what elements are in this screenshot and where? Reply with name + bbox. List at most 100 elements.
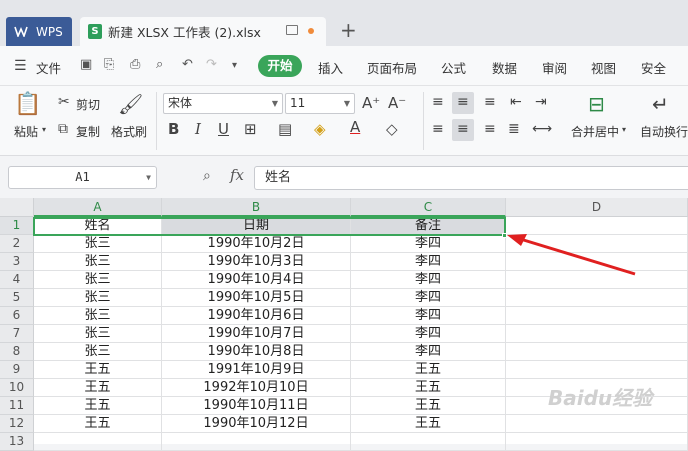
paste-button[interactable]: 粘贴	[14, 123, 38, 140]
table-cell[interactable]: 张三	[34, 325, 162, 343]
column-header-a[interactable]: A	[34, 198, 162, 217]
row-header[interactable]: 10	[0, 379, 34, 397]
row-header[interactable]: 9	[0, 361, 34, 379]
align-bottom-icon[interactable]: ≡	[484, 94, 496, 110]
menu-security[interactable]: 安全	[641, 58, 666, 77]
align-left-icon[interactable]: ≡	[432, 121, 444, 137]
font-size-select[interactable]: 11 ▼	[285, 93, 355, 114]
menu-page-layout[interactable]: 页面布局	[367, 58, 417, 77]
table-cell[interactable]: 李四	[351, 307, 506, 325]
table-cell[interactable]: 李四	[351, 325, 506, 343]
font-name-select[interactable]: 宋体 ▼	[163, 93, 283, 114]
menu-view[interactable]: 视图	[591, 58, 616, 77]
clear-icon[interactable]: ◇	[386, 120, 398, 138]
formula-input[interactable]: 姓名	[254, 166, 688, 190]
table-cell[interactable]: 李四	[351, 235, 506, 253]
table-cell[interactable]	[506, 433, 688, 451]
format-painter-button[interactable]: 格式刷	[111, 123, 147, 140]
row-header[interactable]: 1	[0, 217, 34, 235]
table-cell[interactable]	[162, 433, 351, 451]
format-painter-icon[interactable]: 🖌	[118, 92, 143, 116]
select-all-corner[interactable]	[0, 198, 34, 217]
table-cell[interactable]: 1991年10月9日	[162, 361, 351, 379]
column-header-b[interactable]: B	[162, 198, 351, 217]
row-header[interactable]: 5	[0, 289, 34, 307]
column-header-c[interactable]: C	[351, 198, 506, 217]
table-cell[interactable]: 王五	[34, 415, 162, 433]
row-header[interactable]: 8	[0, 343, 34, 361]
table-cell[interactable]: 1990年10月12日	[162, 415, 351, 433]
hamburger-icon[interactable]: ☰	[14, 58, 27, 74]
distribute-icon[interactable]: ⟷	[532, 121, 552, 137]
scissors-icon[interactable]: ✂	[58, 94, 70, 110]
table-cell[interactable]: 王五	[351, 415, 506, 433]
menu-insert[interactable]: 插入	[318, 58, 343, 77]
table-cell[interactable]: 王五	[351, 397, 506, 415]
border-icon[interactable]: ⊞	[244, 120, 257, 138]
row-header[interactable]: 3	[0, 253, 34, 271]
table-cell[interactable]: 李四	[351, 271, 506, 289]
table-cell[interactable]	[506, 343, 688, 361]
merge-center-button[interactable]: 合并居中	[571, 123, 619, 140]
paste-icon[interactable]: 📋	[14, 92, 41, 117]
auto-wrap-button[interactable]: 自动换行	[640, 123, 688, 140]
menu-formulas[interactable]: 公式	[441, 58, 466, 77]
decrease-font-icon[interactable]: A⁻	[388, 94, 406, 112]
merge-dropdown-icon[interactable]: ▾	[622, 125, 626, 134]
table-cell[interactable]: 张三	[34, 271, 162, 289]
paste-dropdown-icon[interactable]: ▾	[42, 125, 46, 134]
align-right-icon[interactable]: ≡	[484, 121, 496, 137]
table-cell[interactable]: 张三	[34, 343, 162, 361]
print-icon[interactable]: ⎙	[130, 57, 140, 72]
table-cell[interactable]: 1990年10月5日	[162, 289, 351, 307]
table-cell[interactable]: 1990年10月2日	[162, 235, 351, 253]
indent-decrease-icon[interactable]: ⇤	[510, 94, 522, 110]
row-header[interactable]: 11	[0, 397, 34, 415]
underline-icon[interactable]: U	[218, 120, 229, 138]
table-cell[interactable]: 1990年10月11日	[162, 397, 351, 415]
table-cell[interactable]: 日期	[162, 217, 351, 235]
italic-icon[interactable]: I	[195, 120, 201, 138]
align-top-icon[interactable]: ≡	[432, 94, 444, 110]
zoom-search-icon[interactable]: ⌕	[203, 168, 211, 184]
save-icon[interactable]: ▣	[80, 57, 92, 72]
table-cell[interactable]	[506, 307, 688, 325]
table-cell[interactable]: 姓名	[34, 217, 162, 235]
table-cell[interactable]: 1990年10月8日	[162, 343, 351, 361]
row-header[interactable]: 6	[0, 307, 34, 325]
table-cell[interactable]: 王五	[34, 379, 162, 397]
document-tab[interactable]: S 新建 XLSX 工作表 (2).xlsx	[80, 17, 326, 46]
table-cell[interactable]: 王五	[34, 361, 162, 379]
redo-icon[interactable]: ↷	[206, 57, 217, 72]
quick-access-dropdown-icon[interactable]: ▾	[232, 60, 237, 71]
table-cell[interactable]: 1992年10月10日	[162, 379, 351, 397]
table-cell[interactable]: 王五	[351, 379, 506, 397]
cell-style-icon[interactable]: ▤	[278, 120, 292, 138]
table-cell[interactable]: 1990年10月7日	[162, 325, 351, 343]
fill-color-icon[interactable]: ◈	[314, 120, 326, 138]
table-cell[interactable]: 张三	[34, 253, 162, 271]
table-cell[interactable]	[506, 289, 688, 307]
table-cell[interactable]	[506, 415, 688, 433]
table-cell[interactable]	[506, 325, 688, 343]
table-cell[interactable]	[506, 361, 688, 379]
font-color-icon[interactable]: A	[350, 118, 360, 136]
menu-home[interactable]: 开始	[258, 55, 302, 77]
bold-icon[interactable]: B	[168, 120, 179, 138]
copy-button[interactable]: 复制	[76, 123, 100, 140]
table-cell[interactable]: 李四	[351, 253, 506, 271]
row-header[interactable]: 4	[0, 271, 34, 289]
table-cell[interactable]: 李四	[351, 289, 506, 307]
table-cell[interactable]: 备注	[351, 217, 506, 235]
copy-icon[interactable]: ⧉	[58, 121, 68, 137]
monitor-icon[interactable]	[286, 25, 298, 35]
table-cell[interactable]	[351, 433, 506, 451]
table-cell[interactable]: 张三	[34, 235, 162, 253]
table-cell[interactable]: 李四	[351, 343, 506, 361]
row-header[interactable]: 12	[0, 415, 34, 433]
menu-file[interactable]: 文件	[36, 58, 61, 77]
table-cell[interactable]: 张三	[34, 307, 162, 325]
fx-icon[interactable]: fx	[230, 166, 244, 184]
table-cell[interactable]: 张三	[34, 289, 162, 307]
merge-cells-icon[interactable]: ⊟	[588, 92, 605, 116]
